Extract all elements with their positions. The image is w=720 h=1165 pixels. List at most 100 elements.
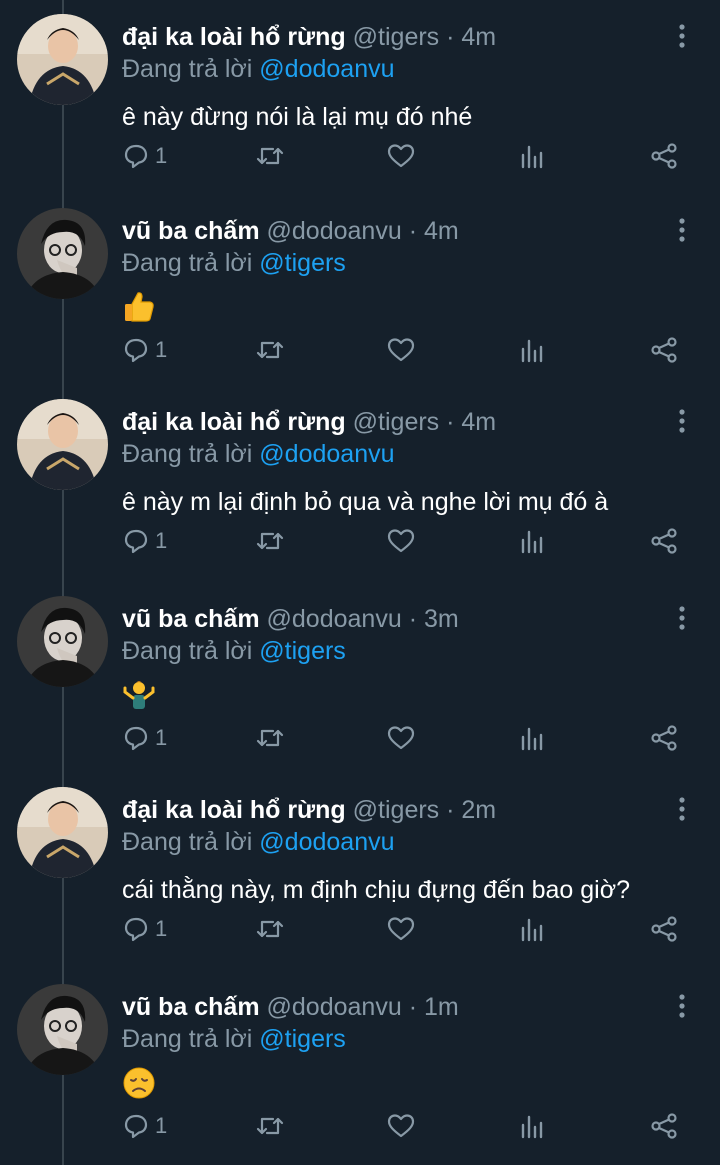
retweet-button[interactable] — [256, 523, 284, 559]
author-handle[interactable]: @dodoanvu — [267, 993, 402, 1021]
analytics-button[interactable] — [520, 720, 544, 756]
avatar[interactable] — [17, 399, 108, 490]
avatar[interactable] — [17, 596, 108, 687]
author-name[interactable]: đại ka loài hổ rừng — [122, 23, 346, 51]
tweet-actions: 1 — [0, 911, 720, 947]
like-icon — [387, 1114, 415, 1138]
more-options-icon[interactable] — [674, 604, 690, 632]
author-name[interactable]: vũ ba chấm — [122, 605, 260, 633]
retweet-icon — [256, 147, 284, 165]
share-icon — [651, 1113, 677, 1139]
avatar[interactable] — [17, 208, 108, 299]
like-button[interactable] — [387, 138, 415, 174]
tweet[interactable]: đại ka loài hổ rừng @tigers · 4m Đang tr… — [0, 0, 720, 180]
tweet[interactable]: đại ka loài hổ rừng @tigers · 4m Đang tr… — [0, 385, 720, 565]
author-handle[interactable]: @tigers — [353, 23, 440, 51]
analytics-button[interactable] — [520, 523, 544, 559]
share-button[interactable] — [650, 911, 678, 947]
reply-mention[interactable]: @dodoanvu — [259, 55, 394, 83]
analytics-button[interactable] — [520, 138, 544, 174]
reply-mention[interactable]: @tigers — [259, 637, 346, 665]
retweet-button[interactable] — [256, 911, 284, 947]
more-options-icon[interactable] — [674, 22, 690, 50]
like-icon — [387, 917, 415, 941]
tweet-actions: 1 — [0, 523, 720, 559]
avatar[interactable] — [17, 14, 108, 105]
author-handle[interactable]: @dodoanvu — [267, 217, 402, 245]
reply-button[interactable]: 1 — [123, 911, 167, 947]
tweet[interactable]: vũ ba chấm @dodoanvu · 4m Đang trả lời @… — [0, 194, 720, 374]
more-options-icon[interactable] — [674, 407, 690, 435]
author-name[interactable]: đại ka loài hổ rừng — [122, 408, 346, 436]
timestamp[interactable]: 4m — [461, 408, 496, 436]
tweet[interactable]: vũ ba chấm @dodoanvu · 1m Đang trả lời @… — [0, 970, 720, 1150]
separator: · — [408, 217, 418, 245]
like-icon — [387, 144, 415, 168]
share-button[interactable] — [650, 523, 678, 559]
reply-icon — [124, 917, 148, 942]
share-button[interactable] — [650, 332, 678, 368]
reply-context: Đang trả lời @tigers — [122, 636, 346, 666]
reply-mention[interactable]: @dodoanvu — [259, 828, 394, 856]
separator: · — [446, 796, 455, 824]
like-button[interactable] — [387, 911, 415, 947]
reply-button[interactable]: 1 — [123, 1108, 167, 1144]
timestamp[interactable]: 1m — [424, 993, 459, 1021]
avatar[interactable] — [17, 787, 108, 878]
tweet[interactable]: vũ ba chấm @dodoanvu · 3m Đang trả lời @… — [0, 582, 720, 762]
tweet-actions: 1 — [0, 720, 720, 756]
analytics-button[interactable] — [520, 332, 544, 368]
more-options-icon[interactable] — [674, 795, 690, 823]
share-button[interactable] — [650, 138, 678, 174]
analytics-button[interactable] — [520, 911, 544, 947]
retweet-button[interactable] — [256, 138, 284, 174]
like-button[interactable] — [387, 720, 415, 756]
reply-count: 1 — [155, 143, 168, 168]
analytics-icon — [521, 339, 543, 363]
analytics-icon — [521, 530, 543, 554]
share-icon — [651, 528, 677, 554]
tweet-header: vũ ba chấm @dodoanvu · 3m — [122, 604, 459, 634]
reply-mention[interactable]: @tigers — [259, 1025, 346, 1053]
analytics-icon — [521, 918, 543, 942]
author-handle[interactable]: @tigers — [353, 796, 440, 824]
reply-button[interactable]: 1 — [123, 138, 167, 174]
more-options-icon[interactable] — [674, 216, 690, 244]
reply-button[interactable]: 1 — [123, 332, 167, 368]
retweet-button[interactable] — [256, 720, 284, 756]
timestamp[interactable]: 4m — [424, 217, 459, 245]
like-button[interactable] — [387, 1108, 415, 1144]
timestamp[interactable]: 3m — [424, 605, 459, 633]
retweet-button[interactable] — [256, 1108, 284, 1144]
author-name[interactable]: đại ka loài hổ rừng — [122, 796, 346, 824]
avatar[interactable] — [17, 984, 108, 1075]
tweet[interactable]: đại ka loài hổ rừng @tigers · 2m Đang tr… — [0, 773, 720, 953]
reply-icon — [124, 1114, 148, 1139]
reply-count: 1 — [155, 725, 168, 750]
like-icon — [387, 338, 415, 362]
retweet-icon — [256, 532, 284, 550]
reply-mention[interactable]: @dodoanvu — [259, 440, 394, 468]
analytics-button[interactable] — [520, 1108, 544, 1144]
tweet-actions: 1 — [0, 332, 720, 368]
reply-count: 1 — [155, 916, 168, 941]
tweet-header: đại ka loài hổ rừng @tigers · 4m — [122, 22, 496, 52]
analytics-icon — [521, 727, 543, 751]
share-button[interactable] — [650, 720, 678, 756]
more-options-icon[interactable] — [674, 992, 690, 1020]
timestamp[interactable]: 2m — [461, 796, 496, 824]
reply-prefix: Đang trả lời — [122, 1025, 253, 1053]
reply-button[interactable]: 1 — [123, 523, 167, 559]
timestamp[interactable]: 4m — [461, 23, 496, 51]
reply-button[interactable]: 1 — [123, 720, 167, 756]
retweet-button[interactable] — [256, 332, 284, 368]
author-handle[interactable]: @dodoanvu — [267, 605, 402, 633]
author-name[interactable]: vũ ba chấm — [122, 217, 260, 245]
author-name[interactable]: vũ ba chấm — [122, 993, 260, 1021]
like-button[interactable] — [387, 523, 415, 559]
retweet-icon — [256, 729, 284, 747]
share-button[interactable] — [650, 1108, 678, 1144]
author-handle[interactable]: @tigers — [353, 408, 440, 436]
reply-mention[interactable]: @tigers — [259, 249, 346, 277]
like-button[interactable] — [387, 332, 415, 368]
